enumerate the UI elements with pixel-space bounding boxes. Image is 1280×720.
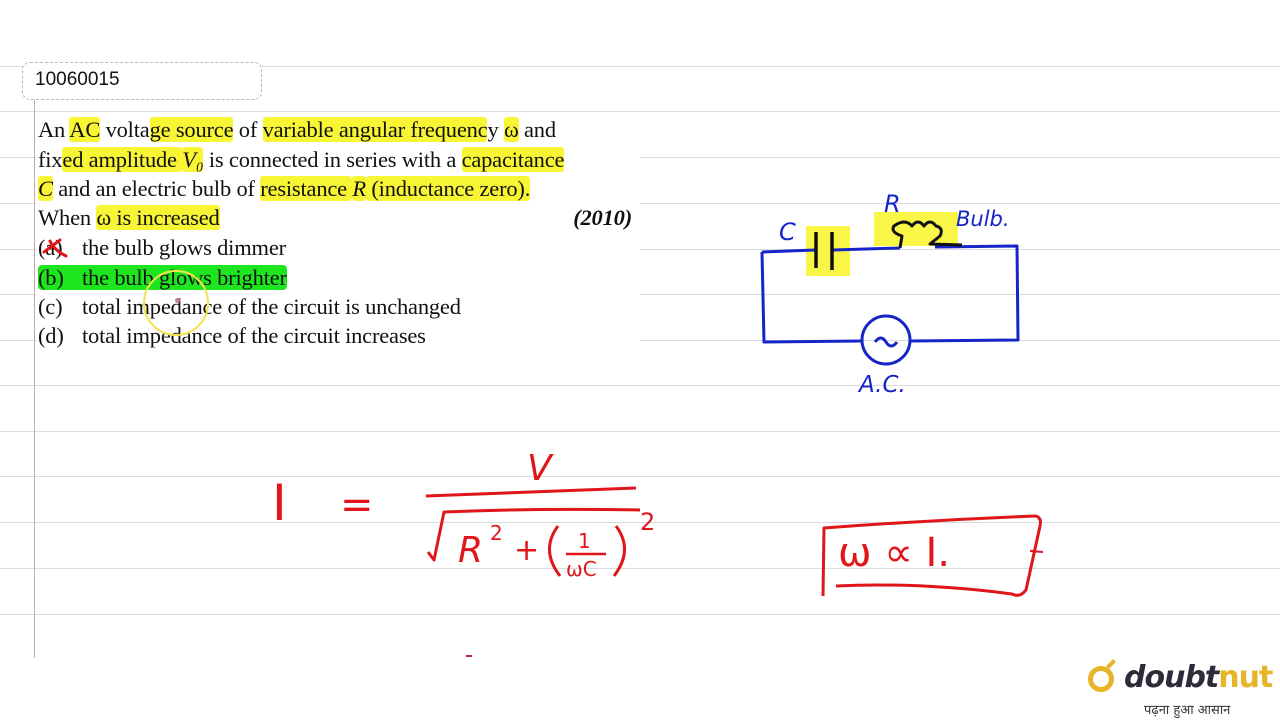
question-line: When ω is increased (2010) [38, 203, 636, 232]
highlighted-text: C [38, 176, 53, 201]
bulb-highlight [874, 212, 958, 246]
denominator-plus: + [514, 533, 539, 568]
question-year: (2010) [573, 205, 632, 230]
conclusion-text: ω ∝ I. [838, 530, 950, 576]
question-line: An AC voltage source of variable angular… [38, 115, 636, 144]
highlighted-text: variable angular frequenc [262, 117, 488, 142]
option-label: (b) [38, 265, 64, 290]
current-formula: I = V R 2 + 1 ωC 2 [272, 448, 655, 581]
frac-denominator: ωC [566, 557, 597, 581]
conclusion-box: ω ∝ I. [821, 514, 1044, 597]
question-text: When [38, 205, 97, 230]
ruled-line [0, 476, 1280, 477]
formula-numerator: V [527, 448, 554, 489]
option-text: total impedance of the circuit is unchan… [82, 294, 461, 319]
formula-lhs: I [272, 474, 287, 532]
doubtnut-logo: doubtnut पढ़ना हुआ आसान [1084, 659, 1280, 720]
capacitor-label: C [779, 218, 796, 246]
ruled-line [0, 385, 1280, 386]
option-text: total impedance of the circuit increases [82, 323, 426, 348]
fraction-bar [425, 486, 637, 498]
logo-mark-icon [1088, 666, 1114, 692]
highlighted-text: (inductance zero). [365, 176, 531, 201]
question-text: and an electric bulb of [52, 176, 261, 201]
margin-line [34, 98, 35, 658]
option-c[interactable]: (c) total impedance of the circuit is unc… [38, 292, 636, 321]
question-text: fix [38, 147, 63, 172]
question-id: 10060015 [35, 69, 120, 90]
logo-wordmark: doubtnut [1124, 660, 1273, 695]
question-id-box: 10060015 [22, 62, 262, 100]
option-b[interactable]: (b) the bulb glows brighter [38, 263, 636, 292]
highlighted-text: ed amplitude [62, 147, 183, 172]
pointer-dot [175, 298, 180, 303]
question-text: y [487, 117, 504, 142]
bulb-filament-symbol [891, 220, 963, 249]
question-text: volta [100, 117, 150, 142]
highlighted-text: R [352, 176, 366, 201]
question-text: is connected in series with a [203, 147, 462, 172]
option-text: the bulb glows dimmer [82, 235, 286, 260]
highlighted-text: AC [69, 117, 101, 142]
denominator-r-exp: 2 [490, 521, 503, 545]
resistor-label: R [884, 190, 901, 218]
pointer-highlight-ring [143, 270, 209, 336]
highlighted-text: V₀ [182, 147, 204, 172]
question-line: C and an electric bulb of resistance R (… [38, 174, 636, 203]
question-panel: An AC voltage source of variable angular… [36, 112, 640, 352]
option-a[interactable]: (a) the bulb glows dimmer [38, 233, 636, 262]
bulb-label: Bulb. [956, 207, 1010, 231]
option-label: (d) [38, 323, 64, 348]
question-text: and [518, 117, 556, 142]
option-label: (a) [38, 235, 63, 260]
highlighted-text: ω [503, 117, 519, 142]
highlighted-text: capacitance [461, 147, 565, 172]
frac-numerator: 1 [578, 529, 591, 553]
question-text: of [233, 117, 263, 142]
annotation-layer: C R Bulb. A.C. I = V R 2 + 1 ωC 2 ω ∝ I. [42, 190, 1044, 657]
option-label: (c) [38, 294, 63, 319]
ruled-line [0, 431, 1280, 432]
logo-tagline: पढ़ना हुआ आसान [1144, 703, 1231, 718]
question-line: fixed amplitude V₀ is connected in serie… [38, 145, 636, 174]
highlighted-text: ω is increased [96, 205, 220, 230]
highlighted-text: ge source [149, 117, 234, 142]
denominator-r: R [458, 530, 483, 571]
capacitor-symbol [814, 232, 834, 270]
highlighted-text: resistance [260, 176, 353, 201]
logo-arrow-icon [1106, 659, 1116, 669]
ruled-line [0, 568, 1280, 569]
question-text: An [38, 117, 70, 142]
ruled-line [0, 614, 1280, 615]
sqrt-sign [426, 507, 641, 562]
option-d[interactable]: (d) total impedance of the circuit increa… [38, 321, 636, 350]
capacitor-highlight [806, 226, 850, 276]
ruled-line [0, 522, 1280, 523]
